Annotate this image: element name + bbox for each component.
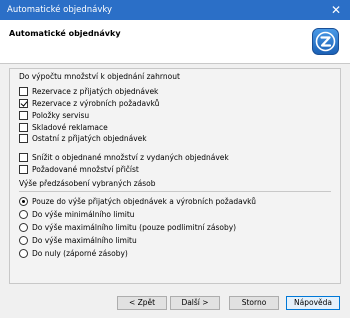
checkbox-label: Požadované množství přičíst <box>32 164 139 174</box>
checkbox-label: Skladové reklamace <box>32 122 108 132</box>
radio-maximum-limit-underlimit[interactable]: Do výše maximálního limitu (pouze podlim… <box>19 222 236 232</box>
app-logo-icon <box>312 28 339 55</box>
page-title: Automatické objednávky <box>9 29 121 38</box>
radio-minimum-limit[interactable]: Do výše minimálního limitu <box>19 209 135 219</box>
radio-button[interactable] <box>19 209 28 219</box>
checkbox-label: Snížit o objednané množství z vydaných o… <box>32 152 229 162</box>
radio-button[interactable] <box>19 235 28 245</box>
section-prestock-label: Výše předzásobení vybraných zásob <box>19 179 156 188</box>
radio-to-zero[interactable]: Do nuly (záporné zásoby) <box>19 248 128 258</box>
checkbox-box[interactable] <box>19 86 28 96</box>
checkbox-reservations-production[interactable]: Rezervace z výrobních požadavků <box>19 98 159 108</box>
radio-label: Pouze do výše přijatých objednávek a výr… <box>32 196 257 206</box>
radio-button[interactable] <box>19 248 28 258</box>
divider <box>19 191 331 192</box>
wizard-header: Automatické objednávky <box>0 20 350 64</box>
checkbox-reservations-received-orders[interactable]: Rezervace z přijatých objednávek <box>19 86 158 96</box>
checkbox-box[interactable] <box>19 122 28 132</box>
checkbox-box[interactable] <box>19 133 28 143</box>
checkbox-box[interactable] <box>19 164 28 174</box>
checkbox-label: Položky servisu <box>32 110 90 120</box>
radio-button-selected[interactable] <box>19 196 28 206</box>
checkbox-add-required-quantity[interactable]: Požadované množství přičíst <box>19 164 139 174</box>
title-bar: Automatické objednávky ✕ <box>0 0 350 20</box>
radio-maximum-limit[interactable]: Do výše maximálního limitu <box>19 235 137 245</box>
checkbox-box[interactable] <box>19 110 28 120</box>
radio-received-and-production[interactable]: Pouze do výše přijatých objednávek a výr… <box>19 196 256 206</box>
checkbox-warehouse-claims[interactable]: Skladové reklamace <box>19 122 108 132</box>
checkbox-label: Ostatní z přijatých objednávek <box>32 133 147 143</box>
checkbox-label: Rezervace z přijatých objednávek <box>32 86 159 96</box>
radio-label: Do výše maximálního limitu (pouze podlim… <box>32 222 237 232</box>
radio-button[interactable] <box>19 222 28 232</box>
next-button[interactable]: Další > <box>170 296 220 310</box>
checkbox-box[interactable] <box>19 152 28 162</box>
back-button[interactable]: < Zpět <box>117 296 167 310</box>
checkbox-label: Rezervace z výrobních požadavků <box>32 98 160 108</box>
cancel-button[interactable]: Storno <box>229 296 279 310</box>
radio-label: Do výše maximálního limitu <box>32 235 137 245</box>
section-include-label: Do výpočtu množství k objednání zahrnout <box>19 72 180 81</box>
checkbox-box-checked[interactable] <box>19 98 28 108</box>
help-button[interactable]: Nápověda <box>286 296 340 310</box>
checkbox-reduce-by-ordered[interactable]: Snížit o objednané množství z vydaných o… <box>19 152 229 162</box>
radio-label: Do výše minimálního limitu <box>32 209 135 219</box>
window-title: Automatické objednávky <box>7 5 113 15</box>
checkbox-service-items[interactable]: Položky servisu <box>19 110 89 120</box>
checkbox-other-received-orders[interactable]: Ostatní z přijatých objednávek <box>19 133 147 143</box>
radio-label: Do nuly (záporné zásoby) <box>32 248 128 258</box>
close-icon[interactable]: ✕ <box>330 0 342 20</box>
